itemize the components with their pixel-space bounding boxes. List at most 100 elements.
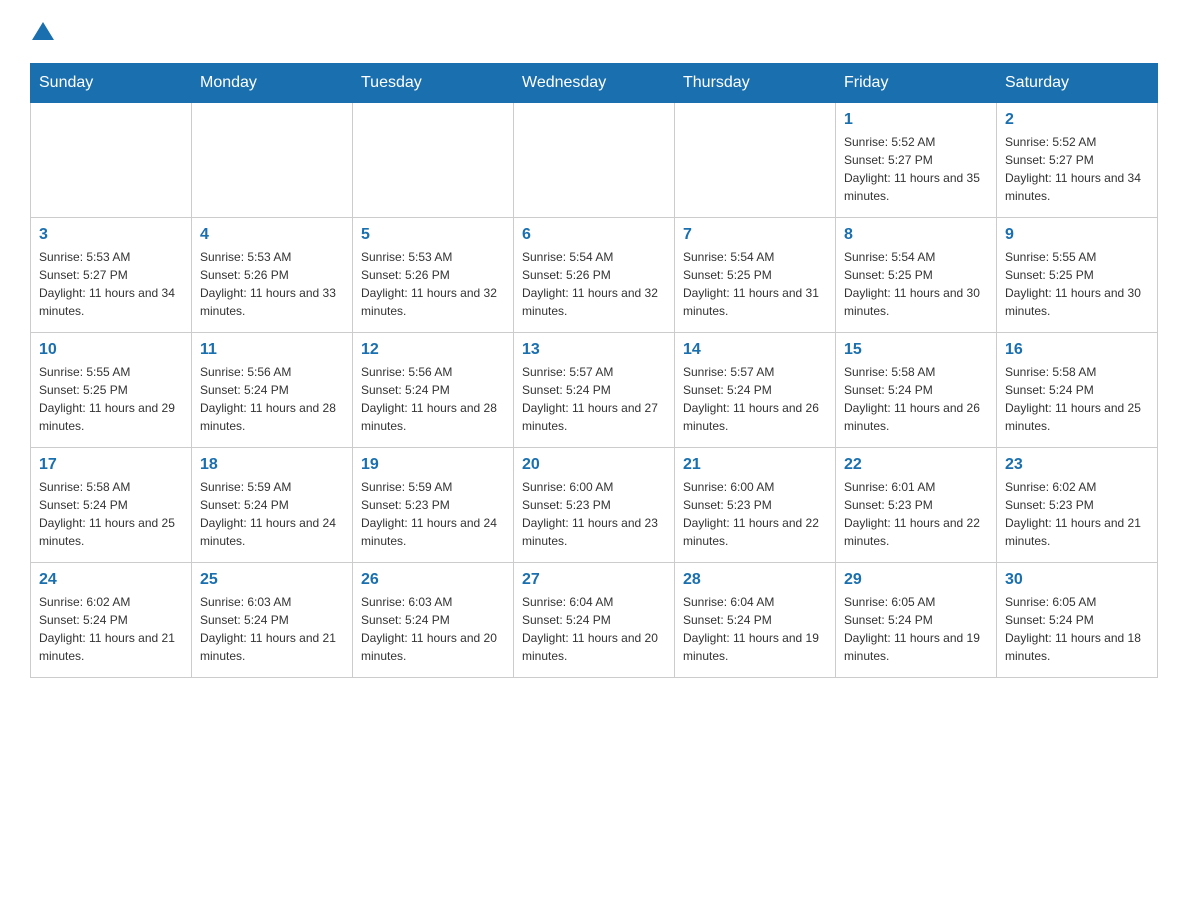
calendar-cell: 11 Sunrise: 5:56 AM Sunset: 5:24 PM Dayli… <box>192 333 353 448</box>
day-info: Sunrise: 6:04 AM Sunset: 5:24 PM Dayligh… <box>522 593 666 665</box>
day-info: Sunrise: 6:01 AM Sunset: 5:23 PM Dayligh… <box>844 478 988 550</box>
day-number: 18 <box>200 456 344 474</box>
day-number: 2 <box>1005 111 1149 129</box>
day-info: Sunrise: 5:56 AM Sunset: 5:24 PM Dayligh… <box>200 363 344 435</box>
weekday-header: Monday <box>192 64 353 103</box>
calendar-cell: 16 Sunrise: 5:58 AM Sunset: 5:24 PM Dayli… <box>997 333 1158 448</box>
page-header <box>30 20 1158 43</box>
calendar-cell: 26 Sunrise: 6:03 AM Sunset: 5:24 PM Dayli… <box>353 563 514 678</box>
calendar-cell <box>353 103 514 218</box>
day-info: Sunrise: 6:04 AM Sunset: 5:24 PM Dayligh… <box>683 593 827 665</box>
day-info: Sunrise: 6:05 AM Sunset: 5:24 PM Dayligh… <box>844 593 988 665</box>
day-number: 6 <box>522 226 666 244</box>
calendar-cell: 30Sunrise: 6:05 AM Sunset: 5:24 PM Dayli… <box>997 563 1158 678</box>
day-info: Sunrise: 5:58 AM Sunset: 5:24 PM Dayligh… <box>39 478 183 550</box>
day-info: Sunrise: 6:00 AM Sunset: 5:23 PM Dayligh… <box>522 478 666 550</box>
calendar-cell: 1 Sunrise: 5:52 AM Sunset: 5:27 PM Daylig… <box>836 103 997 218</box>
calendar-cell: 7 Sunrise: 5:54 AM Sunset: 5:25 PM Daylig… <box>675 218 836 333</box>
day-info: Sunrise: 5:53 AM Sunset: 5:27 PM Dayligh… <box>39 248 183 320</box>
day-info: Sunrise: 6:02 AM Sunset: 5:24 PM Dayligh… <box>39 593 183 665</box>
calendar-cell <box>514 103 675 218</box>
day-number: 26 <box>361 571 505 589</box>
calendar-cell: 29 Sunrise: 6:05 AM Sunset: 5:24 PM Dayli… <box>836 563 997 678</box>
calendar-cell: 2 Sunrise: 5:52 AM Sunset: 5:27 PM Daylig… <box>997 103 1158 218</box>
weekday-header: Saturday <box>997 64 1158 103</box>
calendar-week-row: 1 Sunrise: 5:52 AM Sunset: 5:27 PM Daylig… <box>31 103 1158 218</box>
calendar-week-row: 24 Sunrise: 6:02 AM Sunset: 5:24 PM Dayli… <box>31 563 1158 678</box>
weekday-header: Friday <box>836 64 997 103</box>
calendar-cell: 24 Sunrise: 6:02 AM Sunset: 5:24 PM Dayli… <box>31 563 192 678</box>
day-number: 22 <box>844 456 988 474</box>
calendar-cell: 10 Sunrise: 5:55 AM Sunset: 5:25 PM Dayli… <box>31 333 192 448</box>
day-number: 21 <box>683 456 827 474</box>
day-number: 3 <box>39 226 183 244</box>
weekday-header: Thursday <box>675 64 836 103</box>
day-number: 28 <box>683 571 827 589</box>
day-info: Sunrise: 5:57 AM Sunset: 5:24 PM Dayligh… <box>522 363 666 435</box>
calendar-week-row: 10 Sunrise: 5:55 AM Sunset: 5:25 PM Dayli… <box>31 333 1158 448</box>
day-info: Sunrise: 5:53 AM Sunset: 5:26 PM Dayligh… <box>361 248 505 320</box>
weekday-header: Tuesday <box>353 64 514 103</box>
calendar-cell: 6 Sunrise: 5:54 AM Sunset: 5:26 PM Daylig… <box>514 218 675 333</box>
day-number: 30 <box>1005 571 1149 589</box>
day-info: Sunrise: 5:55 AM Sunset: 5:25 PM Dayligh… <box>39 363 183 435</box>
day-info: Sunrise: 5:59 AM Sunset: 5:24 PM Dayligh… <box>200 478 344 550</box>
weekday-header: Sunday <box>31 64 192 103</box>
calendar-cell: 23Sunrise: 6:02 AM Sunset: 5:23 PM Dayli… <box>997 448 1158 563</box>
day-info: Sunrise: 6:02 AM Sunset: 5:23 PM Dayligh… <box>1005 478 1149 550</box>
day-info: Sunrise: 5:59 AM Sunset: 5:23 PM Dayligh… <box>361 478 505 550</box>
day-number: 9 <box>1005 226 1149 244</box>
calendar-cell <box>192 103 353 218</box>
day-info: Sunrise: 5:54 AM Sunset: 5:25 PM Dayligh… <box>683 248 827 320</box>
calendar-cell: 3 Sunrise: 5:53 AM Sunset: 5:27 PM Daylig… <box>31 218 192 333</box>
day-info: Sunrise: 5:58 AM Sunset: 5:24 PM Dayligh… <box>1005 363 1149 435</box>
calendar-table: SundayMondayTuesdayWednesdayThursdayFrid… <box>30 63 1158 678</box>
day-info: Sunrise: 5:52 AM Sunset: 5:27 PM Dayligh… <box>844 133 988 205</box>
calendar-cell: 22 Sunrise: 6:01 AM Sunset: 5:23 PM Dayli… <box>836 448 997 563</box>
calendar-cell: 19Sunrise: 5:59 AM Sunset: 5:23 PM Dayli… <box>353 448 514 563</box>
day-number: 4 <box>200 226 344 244</box>
day-info: Sunrise: 5:52 AM Sunset: 5:27 PM Dayligh… <box>1005 133 1149 205</box>
weekday-header: Wednesday <box>514 64 675 103</box>
day-info: Sunrise: 6:03 AM Sunset: 5:24 PM Dayligh… <box>361 593 505 665</box>
calendar-week-row: 17Sunrise: 5:58 AM Sunset: 5:24 PM Dayli… <box>31 448 1158 563</box>
logo-triangle-icon <box>32 20 54 42</box>
day-number: 27 <box>522 571 666 589</box>
day-number: 5 <box>361 226 505 244</box>
day-number: 13 <box>522 341 666 359</box>
calendar-cell: 17Sunrise: 5:58 AM Sunset: 5:24 PM Dayli… <box>31 448 192 563</box>
day-number: 1 <box>844 111 988 129</box>
day-number: 8 <box>844 226 988 244</box>
calendar-cell: 28 Sunrise: 6:04 AM Sunset: 5:24 PM Dayli… <box>675 563 836 678</box>
day-info: Sunrise: 6:00 AM Sunset: 5:23 PM Dayligh… <box>683 478 827 550</box>
calendar-cell: 4 Sunrise: 5:53 AM Sunset: 5:26 PM Daylig… <box>192 218 353 333</box>
day-number: 10 <box>39 341 183 359</box>
day-number: 15 <box>844 341 988 359</box>
calendar-cell: 13 Sunrise: 5:57 AM Sunset: 5:24 PM Dayli… <box>514 333 675 448</box>
day-info: Sunrise: 6:03 AM Sunset: 5:24 PM Dayligh… <box>200 593 344 665</box>
calendar-cell <box>675 103 836 218</box>
calendar-header-row: SundayMondayTuesdayWednesdayThursdayFrid… <box>31 64 1158 103</box>
calendar-cell: 25Sunrise: 6:03 AM Sunset: 5:24 PM Dayli… <box>192 563 353 678</box>
day-number: 24 <box>39 571 183 589</box>
calendar-cell: 20Sunrise: 6:00 AM Sunset: 5:23 PM Dayli… <box>514 448 675 563</box>
day-info: Sunrise: 5:54 AM Sunset: 5:26 PM Dayligh… <box>522 248 666 320</box>
calendar-cell: 15 Sunrise: 5:58 AM Sunset: 5:24 PM Dayli… <box>836 333 997 448</box>
day-info: Sunrise: 5:57 AM Sunset: 5:24 PM Dayligh… <box>683 363 827 435</box>
day-info: Sunrise: 5:58 AM Sunset: 5:24 PM Dayligh… <box>844 363 988 435</box>
calendar-cell: 9 Sunrise: 5:55 AM Sunset: 5:25 PM Daylig… <box>997 218 1158 333</box>
day-info: Sunrise: 5:53 AM Sunset: 5:26 PM Dayligh… <box>200 248 344 320</box>
calendar-cell: 21 Sunrise: 6:00 AM Sunset: 5:23 PM Dayli… <box>675 448 836 563</box>
day-number: 7 <box>683 226 827 244</box>
day-number: 16 <box>1005 341 1149 359</box>
calendar-cell: 12 Sunrise: 5:56 AM Sunset: 5:24 PM Dayli… <box>353 333 514 448</box>
day-number: 29 <box>844 571 988 589</box>
day-info: Sunrise: 5:56 AM Sunset: 5:24 PM Dayligh… <box>361 363 505 435</box>
day-number: 12 <box>361 341 505 359</box>
day-number: 11 <box>200 341 344 359</box>
calendar-cell: 5 Sunrise: 5:53 AM Sunset: 5:26 PM Daylig… <box>353 218 514 333</box>
day-info: Sunrise: 5:55 AM Sunset: 5:25 PM Dayligh… <box>1005 248 1149 320</box>
calendar-cell: 18 Sunrise: 5:59 AM Sunset: 5:24 PM Dayli… <box>192 448 353 563</box>
calendar-cell: 8Sunrise: 5:54 AM Sunset: 5:25 PM Daylig… <box>836 218 997 333</box>
calendar-cell <box>31 103 192 218</box>
